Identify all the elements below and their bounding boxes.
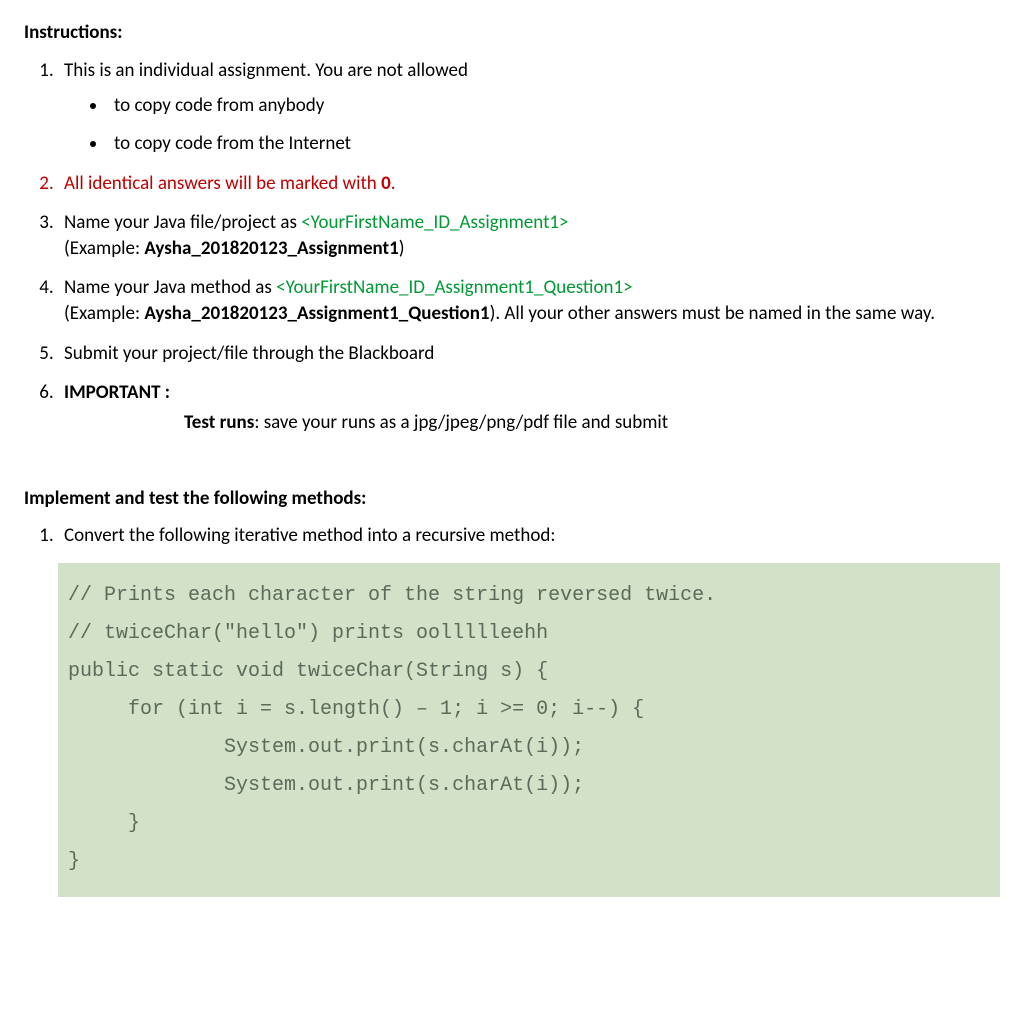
instruction-item-6: IMPORTANT : Test runs: save your runs as…	[58, 380, 1000, 435]
instruction-4-example-open: (Example:	[64, 302, 144, 325]
instruction-3-prefix: Name your Java file/project as	[64, 211, 301, 234]
instruction-1-text: This is an individual assignment. You ar…	[64, 59, 468, 82]
instruction-3-example-open: (Example:	[64, 237, 144, 260]
instruction-item-3: Name your Java file/project as <YourFirs…	[58, 210, 1000, 261]
instruction-item-5: Submit your project/file through the Bla…	[58, 341, 1000, 367]
test-runs-bold: Test runs	[184, 411, 254, 434]
instruction-3-example-close: )	[399, 237, 405, 260]
instructions-list: This is an individual assignment. You ar…	[24, 58, 1000, 436]
test-runs-rest: : save your runs as a jpg/jpeg/png/pdf f…	[254, 411, 668, 434]
instruction-3-placeholder: <YourFirstName_ID_Assignment1>	[301, 211, 568, 234]
instructions-heading: Instructions:	[24, 20, 1000, 46]
important-label: IMPORTANT :	[64, 381, 170, 404]
instruction-item-4: Name your Java method as <YourFirstName_…	[58, 275, 1000, 326]
bullet-copy-internet: to copy code from the Internet	[108, 131, 1000, 157]
tasks-list: Convert the following iterative method i…	[24, 523, 1000, 549]
test-runs-line: Test runs: save your runs as a jpg/jpeg/…	[184, 410, 1000, 436]
code-snippet: // Prints each character of the string r…	[58, 563, 1000, 897]
implement-heading: Implement and test the following methods…	[24, 486, 1000, 512]
instruction-2-prefix: All identical answers will be marked wit…	[64, 172, 381, 195]
instruction-2-suffix: .	[391, 172, 396, 195]
instruction-item-1: This is an individual assignment. You ar…	[58, 58, 1000, 157]
instruction-4-example-close: ). All your other answers must be named …	[490, 302, 935, 325]
bullet-copy-anybody: to copy code from anybody	[108, 93, 1000, 119]
instruction-2-zero: 0	[381, 172, 391, 195]
task-item-1: Convert the following iterative method i…	[58, 523, 1000, 549]
implement-section: Implement and test the following methods…	[24, 486, 1000, 897]
instruction-4-placeholder: <YourFirstName_ID_Assignment1_Question1>	[276, 276, 632, 299]
instruction-4-prefix: Name your Java method as	[64, 276, 276, 299]
instruction-1-bullets: to copy code from anybody to copy code f…	[64, 93, 1000, 156]
instruction-3-example-bold: Aysha_201820123_Assignment1	[144, 237, 398, 260]
instruction-4-example-bold: Aysha_201820123_Assignment1_Question1	[144, 302, 489, 325]
instruction-item-2: All identical answers will be marked wit…	[58, 171, 1000, 197]
